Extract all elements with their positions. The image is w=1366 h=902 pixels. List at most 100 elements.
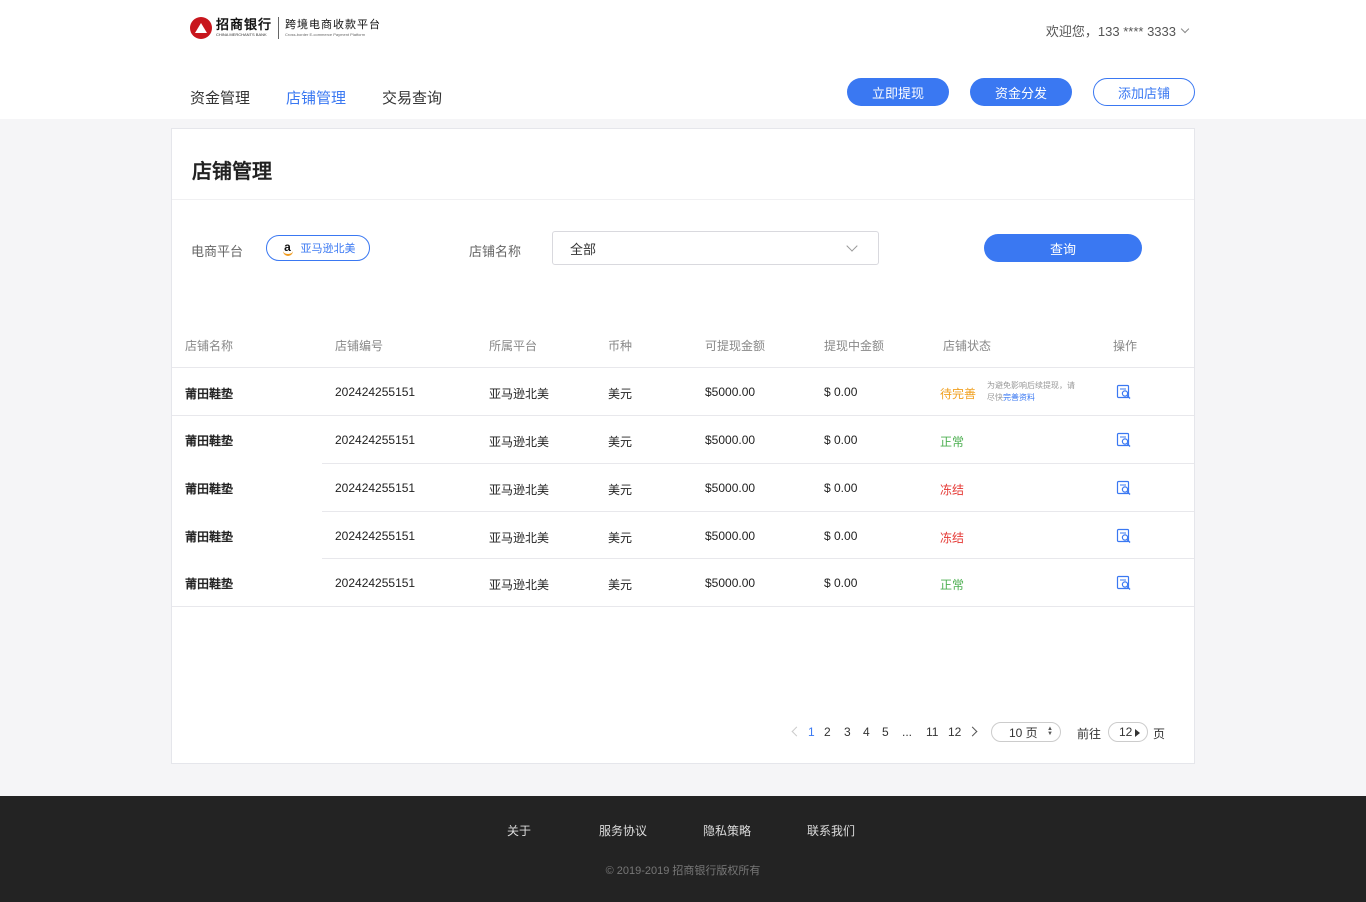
nav-fund-management[interactable]: 资金管理 bbox=[190, 87, 250, 108]
search-button[interactable]: 查询 bbox=[984, 234, 1142, 262]
goto-label: 前往 bbox=[1077, 727, 1102, 741]
cell-currency: 美元 bbox=[608, 387, 633, 401]
goto-page-input[interactable]: 12 bbox=[1108, 722, 1148, 742]
cell-store-id: 202424255151 bbox=[335, 529, 416, 543]
cell-currency: 美元 bbox=[608, 483, 633, 497]
cell-available: $5000.00 bbox=[705, 576, 756, 590]
chevron-down-icon bbox=[846, 240, 858, 252]
platform-tag[interactable]: a 亚马逊北美 bbox=[266, 235, 370, 261]
row-divider bbox=[172, 415, 1194, 416]
platform-name: 跨境电商收款平台 bbox=[285, 19, 382, 31]
row-divider bbox=[322, 558, 1194, 559]
footer: 关于 服务协议 隐私策略 联系我们 © 2019-2019 招商银行版权所有 bbox=[0, 796, 1366, 902]
cell-platform: 亚马逊北美 bbox=[489, 531, 550, 545]
view-detail-icon[interactable] bbox=[1116, 575, 1132, 591]
page-11[interactable]: 11 bbox=[926, 725, 938, 739]
footer-link-contact[interactable]: 联系我们 bbox=[807, 822, 855, 839]
cell-currency: 美元 bbox=[608, 531, 633, 545]
nav-transaction-query[interactable]: 交易查询 bbox=[382, 87, 442, 108]
cell-pending: $ 0.00 bbox=[824, 433, 858, 447]
logo[interactable]: 招商银行 CHINA MERCHANTS BANK 跨境电商收款平台 Cross… bbox=[190, 17, 381, 39]
view-detail-icon[interactable] bbox=[1116, 432, 1132, 448]
bank-logo-icon bbox=[190, 17, 212, 39]
footer-link-about[interactable]: 关于 bbox=[507, 822, 531, 839]
row-divider bbox=[172, 367, 1194, 368]
welcome-text: 欢迎您，133 **** 3333 bbox=[1045, 24, 1176, 39]
page-12[interactable]: 12 bbox=[948, 725, 961, 739]
cell-currency: 美元 bbox=[608, 435, 633, 449]
cell-store-name: 莆田鞋垫 bbox=[185, 434, 234, 448]
cell-currency: 美元 bbox=[608, 578, 633, 592]
footer-link-terms[interactable]: 服务协议 bbox=[599, 822, 647, 839]
chevron-left-icon[interactable] bbox=[791, 726, 802, 737]
cell-platform: 亚马逊北美 bbox=[489, 483, 550, 497]
column-header-store-name: 店铺名称 bbox=[185, 339, 234, 353]
column-header-action: 操作 bbox=[1113, 339, 1138, 353]
cell-store-id: 202424255151 bbox=[335, 576, 416, 590]
column-header-store-id: 店铺编号 bbox=[335, 339, 384, 353]
column-header-pending: 提现中金额 bbox=[824, 339, 885, 353]
column-header-status: 店铺状态 bbox=[943, 339, 992, 353]
page-ellipsis: ... bbox=[902, 725, 913, 739]
chevron-right-icon[interactable] bbox=[967, 726, 978, 737]
page-unit-label: 页 bbox=[1153, 727, 1166, 741]
cell-platform: 亚马逊北美 bbox=[489, 435, 550, 449]
cell-available: $5000.00 bbox=[705, 433, 756, 447]
up-down-icon: ▲ ▼ bbox=[1047, 726, 1053, 737]
store-card: 店铺管理 电商平台 a 亚马逊北美 店铺名称 全部 查询 店铺名称 店铺编号 所… bbox=[171, 128, 1195, 764]
platform-label: 电商平台 bbox=[191, 244, 244, 259]
cell-available: $5000.00 bbox=[705, 385, 756, 399]
user-menu[interactable]: 欢迎您，133 **** 3333 bbox=[1045, 21, 1190, 40]
page-size-select[interactable]: 10 页 ▲ ▼ bbox=[991, 722, 1061, 742]
distribute-button[interactable]: 资金分发 bbox=[970, 78, 1072, 106]
page-3[interactable]: 3 bbox=[844, 725, 851, 739]
cell-pending: $ 0.00 bbox=[824, 529, 858, 543]
view-detail-icon[interactable] bbox=[1116, 480, 1132, 496]
page-1[interactable]: 1 bbox=[808, 725, 815, 739]
status-badge: 冻结 bbox=[940, 531, 965, 545]
cell-platform: 亚马逊北美 bbox=[489, 387, 550, 401]
column-header-platform: 所属平台 bbox=[489, 339, 538, 353]
row-divider bbox=[172, 606, 1194, 607]
status-hint: 为避免影响后续提现，请尽快完善资料 bbox=[987, 380, 1077, 404]
status-badge: 正常 bbox=[940, 435, 965, 449]
logo-divider bbox=[278, 17, 280, 39]
add-store-button[interactable]: 添加店铺 bbox=[1093, 78, 1195, 106]
title-divider bbox=[172, 199, 1194, 200]
page-title: 店铺管理 bbox=[192, 161, 272, 183]
column-header-available: 可提现金额 bbox=[705, 339, 766, 353]
cell-pending: $ 0.00 bbox=[824, 385, 858, 399]
status-badge: 正常 bbox=[940, 578, 965, 592]
withdraw-button[interactable]: 立即提现 bbox=[847, 78, 949, 106]
pagination: 1 2 3 4 5 ... 11 12 10 页 ▲ ▼ 前往 12 页 bbox=[172, 722, 1194, 744]
goto-page-value: 12 bbox=[1119, 725, 1133, 739]
status-badge: 待完善 bbox=[940, 387, 977, 401]
cell-store-name: 莆田鞋垫 bbox=[185, 530, 234, 544]
cell-available: $5000.00 bbox=[705, 529, 756, 543]
page-2[interactable]: 2 bbox=[824, 725, 831, 739]
store-name-select[interactable]: 全部 bbox=[552, 231, 879, 265]
column-header-currency: 币种 bbox=[608, 339, 633, 353]
row-divider bbox=[322, 463, 1194, 464]
nav-store-management[interactable]: 店铺管理 bbox=[286, 87, 346, 108]
logo-cn: 招商银行 bbox=[216, 17, 273, 32]
copyright: © 2019-2019 招商银行版权所有 bbox=[605, 865, 761, 877]
platform-name-en: Cross-border E-commerce Payment Platform bbox=[285, 32, 366, 37]
store-name-label: 店铺名称 bbox=[469, 244, 522, 259]
complete-info-link[interactable]: 完善资料 bbox=[1003, 393, 1035, 402]
page-size-value: 10 页 bbox=[1009, 725, 1038, 740]
cell-store-name: 莆田鞋垫 bbox=[185, 577, 234, 591]
view-detail-icon[interactable] bbox=[1116, 528, 1132, 544]
caret-right-icon bbox=[1135, 729, 1140, 737]
footer-link-privacy[interactable]: 隐私策略 bbox=[703, 822, 751, 839]
page-5[interactable]: 5 bbox=[882, 725, 889, 739]
main-nav: 资金管理 店铺管理 交易查询 bbox=[190, 87, 478, 108]
cell-platform: 亚马逊北美 bbox=[489, 578, 550, 592]
chevron-down-icon bbox=[1180, 24, 1190, 33]
row-divider bbox=[322, 511, 1194, 512]
page-4[interactable]: 4 bbox=[863, 725, 870, 739]
cell-pending: $ 0.00 bbox=[824, 576, 858, 590]
cell-store-name: 莆田鞋垫 bbox=[185, 387, 234, 401]
view-detail-icon[interactable] bbox=[1116, 384, 1132, 400]
cell-pending: $ 0.00 bbox=[824, 481, 858, 495]
